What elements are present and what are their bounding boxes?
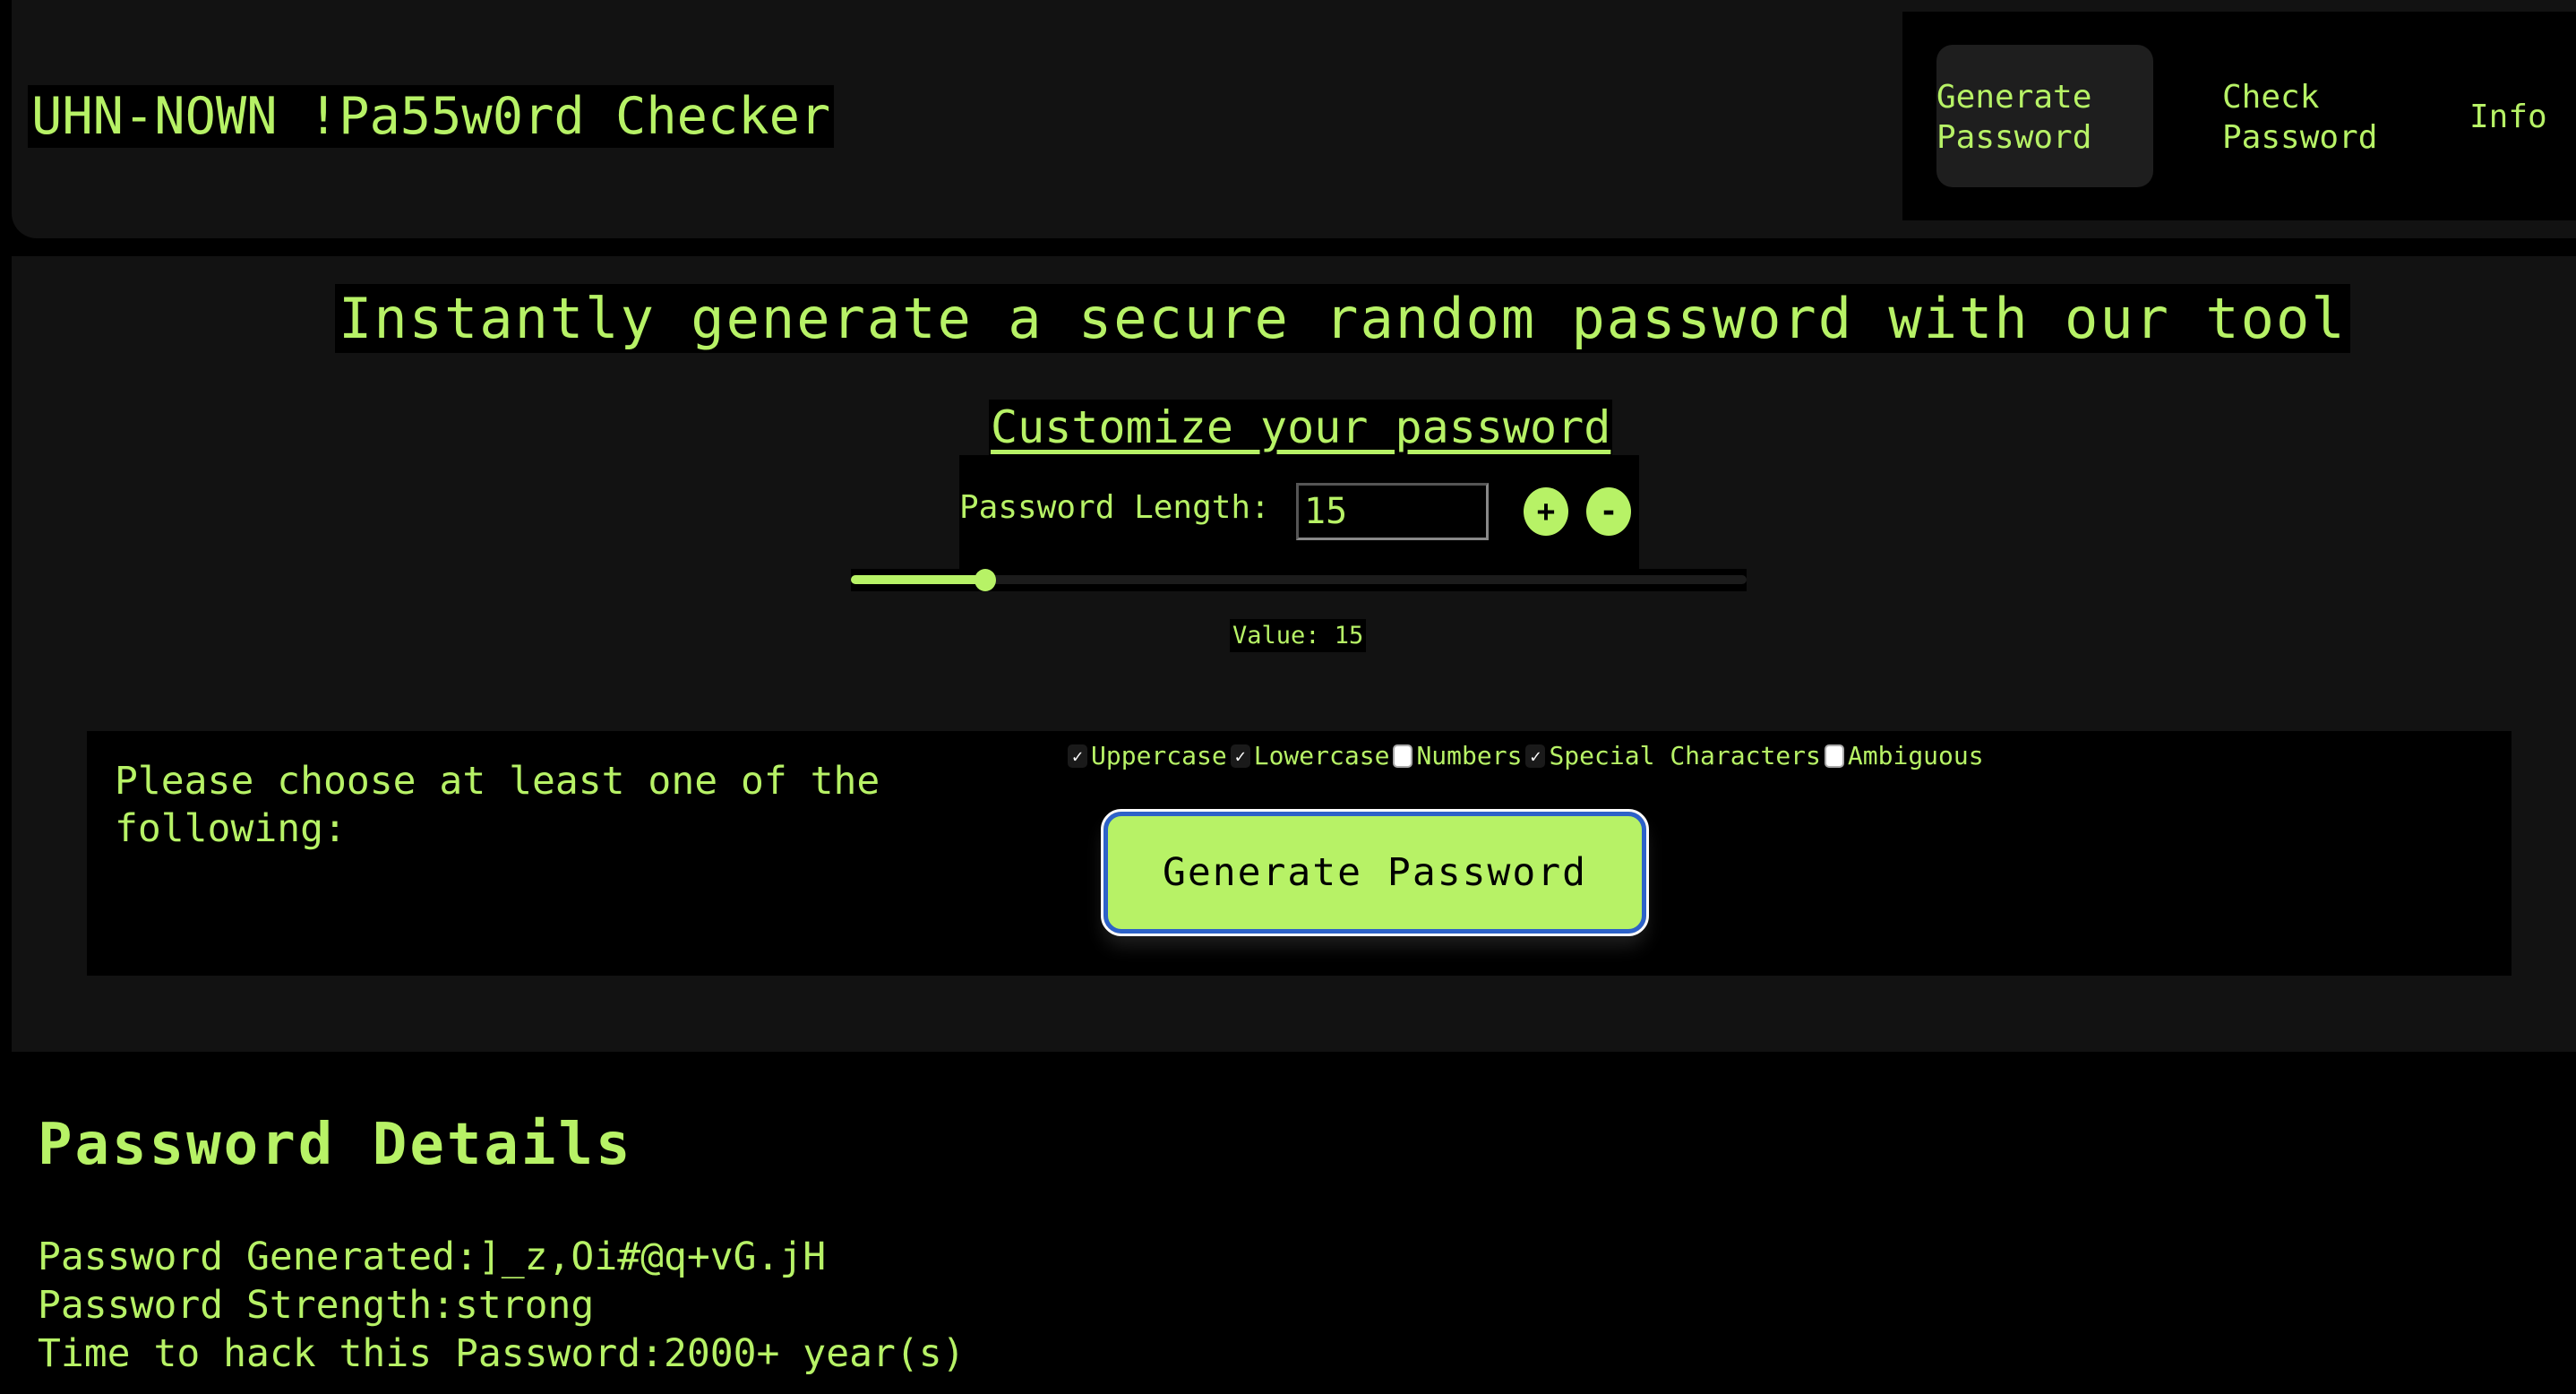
headline: Instantly generate a secure random passw…	[335, 284, 2350, 353]
generate-password-button[interactable]: Generate Password	[1101, 809, 1649, 936]
length-slider[interactable]	[851, 569, 1747, 591]
checkbox-uppercase[interactable]: ✓	[1068, 744, 1087, 768]
checkbox-ambiguous[interactable]	[1824, 744, 1844, 768]
nav-bar: Generate Password Check Password Info	[1902, 12, 2576, 220]
nav-check-password[interactable]: Check Password	[2222, 77, 2377, 158]
password-generated: Password Generated:]_z,Oi#@q+vG.jH	[38, 1235, 827, 1279]
slider-thumb[interactable]	[975, 569, 996, 591]
app-title: UHN-NOWN !Pa55w0rd Checker	[28, 85, 835, 148]
slider-fill	[851, 575, 985, 584]
increment-button[interactable]: +	[1524, 487, 1568, 536]
details-heading: Password Details	[38, 1112, 633, 1178]
options-panel: Please choose at least one of the follow…	[87, 731, 2512, 976]
checkbox-label[interactable]: Lowercase	[1254, 738, 1390, 774]
length-label: Password Length:	[959, 489, 1270, 526]
checkbox-label[interactable]: Uppercase	[1091, 738, 1227, 774]
length-control: Password Length: + -	[959, 455, 1639, 570]
nav-info[interactable]: Info	[2469, 97, 2547, 137]
checkbox-label[interactable]: Numbers	[1416, 738, 1522, 774]
checkbox-numbers[interactable]	[1393, 744, 1413, 768]
checkbox-special-characters[interactable]: ✓	[1525, 744, 1546, 768]
password-strength: Password Strength:strong	[38, 1283, 595, 1328]
checkbox-label[interactable]: Special Characters	[1549, 738, 1820, 774]
character-options: ✓ Uppercase ✓ Lowercase Numbers ✓ Special Char…	[1068, 738, 1988, 774]
time-to-hack: Time to hack this Password:2000+ year(s)	[38, 1331, 966, 1376]
customize-heading: Customize your password	[989, 400, 1613, 455]
length-input[interactable]	[1296, 483, 1489, 540]
decrement-button[interactable]: -	[1586, 487, 1631, 536]
choose-instruction: Please choose at least one of the follow…	[115, 759, 880, 851]
checkbox-lowercase[interactable]: ✓	[1230, 744, 1250, 768]
checkbox-label[interactable]: Ambiguous	[1848, 738, 1984, 774]
slider-value: Value: 15	[1230, 619, 1367, 652]
nav-generate-password[interactable]: Generate Password	[1936, 45, 2153, 187]
